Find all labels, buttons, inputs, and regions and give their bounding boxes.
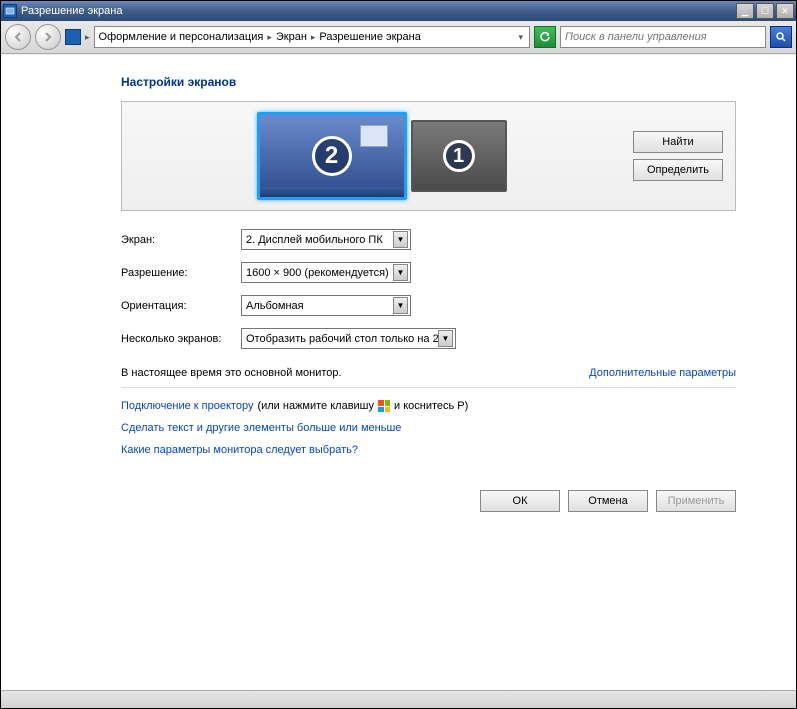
- search-button[interactable]: [770, 26, 792, 48]
- toolbar: ▸ Оформление и персонализация ▸ Экран ▸ …: [1, 21, 796, 54]
- statusbar: [1, 690, 796, 708]
- ok-button[interactable]: ОК: [480, 490, 560, 512]
- identify-button[interactable]: Определить: [633, 159, 723, 181]
- chevron-down-icon[interactable]: ▾: [516, 32, 525, 43]
- resolution-value: 1600 × 900 (рекомендуется): [246, 267, 393, 279]
- detect-button[interactable]: Найти: [633, 131, 723, 153]
- close-button[interactable]: ✕: [776, 3, 794, 19]
- breadcrumb-seg-display[interactable]: Экран: [276, 31, 307, 43]
- chevron-down-icon: ▼: [393, 297, 408, 314]
- maximize-button[interactable]: ☐: [756, 3, 774, 19]
- orientation-combo[interactable]: Альбомная ▼: [241, 295, 411, 316]
- monitor-2[interactable]: 2: [257, 112, 407, 200]
- monitor-number-badge: 1: [443, 140, 475, 172]
- chevron-right-icon: ▸: [309, 32, 318, 43]
- search-input[interactable]: [565, 31, 761, 43]
- text-size-link[interactable]: Сделать текст и другие элементы больше и…: [121, 422, 736, 434]
- projector-text-post: и коснитесь P): [394, 400, 468, 412]
- breadcrumb-seg-appearance[interactable]: Оформление и персонализация: [99, 31, 264, 43]
- monitor-arrangement-panel: 2 1 Найти Определить: [121, 101, 736, 211]
- chevron-down-icon: ▼: [393, 231, 408, 248]
- forward-button[interactable]: [35, 24, 61, 50]
- orientation-value: Альбомная: [246, 300, 393, 312]
- orientation-label: Ориентация:: [121, 300, 241, 312]
- app-icon: [3, 4, 17, 18]
- multi-display-value: Отобразить рабочий стол только на 2: [246, 333, 438, 345]
- primary-monitor-status: В настоящее время это основной монитор.: [121, 367, 342, 379]
- resolution-combo[interactable]: 1600 × 900 (рекомендуется) ▼: [241, 262, 411, 283]
- which-monitor-link[interactable]: Какие параметры монитора следует выбрать…: [121, 444, 736, 456]
- display-combo[interactable]: 2. Дисплей мобильного ПК ▼: [241, 229, 411, 250]
- display-label: Экран:: [121, 234, 241, 246]
- refresh-button[interactable]: [534, 26, 556, 48]
- multi-display-label: Несколько экранов:: [121, 333, 241, 345]
- content-area: Настройки экранов 2 1 Найти Определить Э…: [1, 54, 796, 690]
- chevron-down-icon: ▼: [438, 330, 453, 347]
- minimize-button[interactable]: ▁: [736, 3, 754, 19]
- multi-display-combo[interactable]: Отобразить рабочий стол только на 2 ▼: [241, 328, 456, 349]
- cancel-button[interactable]: Отмена: [568, 490, 648, 512]
- monitor-number-badge: 2: [312, 136, 352, 176]
- chevron-right-icon: ▸: [265, 32, 274, 43]
- page-heading: Настройки экранов: [121, 75, 736, 89]
- back-button[interactable]: [5, 24, 31, 50]
- address-icon: [65, 29, 81, 45]
- apply-button[interactable]: Применить: [656, 490, 736, 512]
- search-box[interactable]: [560, 26, 766, 48]
- projector-text-mid: (или нажмите клавишу: [257, 400, 374, 412]
- breadcrumb[interactable]: Оформление и персонализация ▸ Экран ▸ Ра…: [94, 26, 530, 48]
- resolution-label: Разрешение:: [121, 267, 241, 279]
- projector-link-row: Подключение к проектору (или нажмите кла…: [121, 400, 736, 412]
- titlebar: Разрешение экрана ▁ ☐ ✕: [1, 1, 796, 21]
- window-title: Разрешение экрана: [21, 5, 736, 17]
- display-value: 2. Дисплей мобильного ПК: [246, 234, 393, 246]
- projector-link[interactable]: Подключение к проектору: [121, 400, 253, 412]
- breadcrumb-root-sep: ▸: [85, 32, 90, 43]
- chevron-down-icon: ▼: [393, 264, 408, 281]
- advanced-settings-link[interactable]: Дополнительные параметры: [589, 367, 736, 379]
- monitor-1[interactable]: 1: [411, 120, 507, 192]
- windows-logo-icon: [378, 400, 390, 412]
- breadcrumb-seg-resolution[interactable]: Разрешение экрана: [319, 31, 420, 43]
